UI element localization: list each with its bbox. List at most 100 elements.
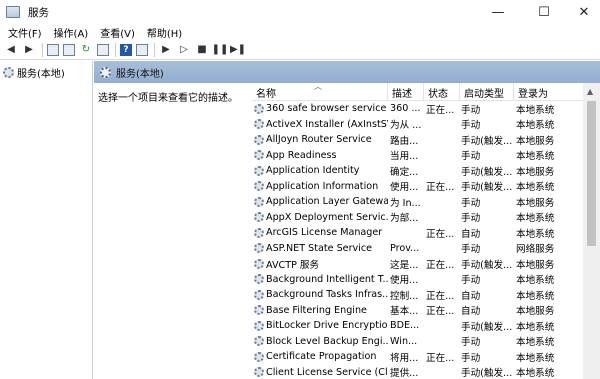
back-arrow-icon[interactable]: ◀ <box>4 43 18 57</box>
column-header-logon-label: 登录为 <box>518 88 548 100</box>
table-row[interactable]: 360 safe browser service 360 ... 正在... 手动 本地… <box>252 101 600 117</box>
service-logon-as: 本地系统 <box>516 290 555 302</box>
menu-view[interactable]: 查看(V) <box>100 25 135 40</box>
service-status <box>426 241 460 257</box>
maximize-button[interactable]: ☐ <box>524 0 564 24</box>
table-row[interactable]: Client License Service (Cli... 提供... 手动(触发… <box>252 365 600 379</box>
column-header-startup[interactable]: 启动类型 <box>460 83 514 101</box>
tree-item-services-local[interactable]: 服务(本地) <box>3 65 65 80</box>
service-name: Client License Service (Cli... <box>266 366 388 378</box>
toolbar-separator <box>115 42 116 57</box>
service-name-cell: AllJoyn Router Service <box>254 132 388 148</box>
service-desc: 将用... <box>390 352 419 364</box>
service-logon-as: 本地服务 <box>516 259 555 271</box>
table-row[interactable]: Application Identity 确定... 手动(触发... 本地服务 <box>252 163 600 179</box>
service-startup-type: 手动 <box>461 197 481 209</box>
table-row[interactable]: Background Intelligent T... 使用... 手动 本地系统 <box>252 272 600 288</box>
help-icon[interactable]: ? <box>120 43 132 56</box>
service-logon-as: 本地服务 <box>516 166 555 178</box>
menu-help[interactable]: 帮助(H) <box>147 25 182 40</box>
service-status: 正在... <box>426 306 455 318</box>
close-button[interactable]: ✕ <box>568 0 600 24</box>
service-name: Application Layer Gatewa... <box>266 196 388 208</box>
gear-icon <box>254 196 264 207</box>
sort-ascending-icon: ︿ <box>314 83 322 91</box>
service-logon-as: 本地系统 <box>516 120 555 132</box>
table-row[interactable]: App Readiness 当用... 手动 本地系统 <box>252 148 600 164</box>
table-row[interactable]: Background Tasks Infras... 控制... 正在... 自动 本地… <box>252 287 600 303</box>
column-header-desc[interactable]: 描述 <box>388 83 424 101</box>
show-hide-pane-icon[interactable] <box>136 43 148 56</box>
table-row[interactable]: Certificate Propagation 将用... 正在... 手动 本地系统 <box>252 349 600 365</box>
table-row[interactable]: BitLocker Drive Encryptio... BDE... 手动(触发.… <box>252 318 600 334</box>
service-desc: 为 In... <box>390 197 421 209</box>
table-row[interactable]: Application Layer Gatewa... 为 In... 手动 本地服务 <box>252 194 600 210</box>
service-name-cell: Application Identity <box>254 163 388 179</box>
column-header-status[interactable]: 状态 <box>424 83 460 101</box>
console-tree-icon[interactable] <box>47 43 59 56</box>
gear-icon <box>254 227 264 238</box>
start-service-icon[interactable]: ▶ <box>159 43 173 57</box>
table-row[interactable]: AppX Deployment Servic... 为部... 手动 本地系统 <box>252 210 600 226</box>
gear-icon <box>254 134 264 145</box>
service-status <box>426 318 460 334</box>
minimize-button[interactable]: — <box>478 0 518 24</box>
forward-arrow-icon[interactable]: ▶ <box>22 43 36 57</box>
service-desc: 360 ... <box>390 103 421 115</box>
scroll-thumb[interactable] <box>587 101 596 246</box>
table-row[interactable]: Block Level Backup Engi... Win... 手动 本地系统 <box>252 334 600 350</box>
gear-icon <box>254 150 264 161</box>
gear-icon <box>254 212 264 223</box>
service-name: App Readiness <box>266 149 337 161</box>
stop-service-icon[interactable]: ■ <box>195 43 209 57</box>
toolbar: ◀ ▶ ↻ ? ▶ ▷ ■ ❚❚ ▶❚ <box>0 40 600 60</box>
service-name-cell: Background Tasks Infras... <box>254 287 388 303</box>
service-desc: 路由... <box>390 135 419 147</box>
service-startup-type: 手动(触发... <box>461 321 513 333</box>
service-startup-type: 自动 <box>461 228 481 240</box>
menu-file[interactable]: 文件(F) <box>8 25 42 40</box>
scroll-up-icon[interactable]: ▲ <box>587 87 593 96</box>
service-desc: 基本... <box>390 306 419 318</box>
service-desc: 当用... <box>390 151 419 163</box>
service-status <box>426 272 460 288</box>
service-name: ArcGIS License Manager <box>266 227 383 239</box>
column-header-name[interactable]: 名称 ︿ <box>252 83 388 101</box>
table-row[interactable]: ASP.NET State Service Prov... 手动 网络服务 <box>252 241 600 257</box>
gear-icon <box>100 66 111 78</box>
table-row[interactable]: Base Filtering Engine 基本... 正在... 自动 本地服务 <box>252 303 600 319</box>
column-header-logon[interactable]: 登录为 <box>514 83 584 101</box>
gear-icon <box>254 289 264 300</box>
start-service-alt-icon[interactable]: ▷ <box>177 43 191 57</box>
table-row[interactable]: ArcGIS License Manager 正在... 自动 本地系统 <box>252 225 600 241</box>
properties-icon[interactable] <box>63 43 75 56</box>
table-row[interactable]: AVCTP 服务 这是... 正在... 手动(触发... 本地服务 <box>252 256 600 272</box>
service-logon-as: 本地服务 <box>516 135 555 147</box>
service-name: AllJoyn Router Service <box>266 134 372 146</box>
gear-icon <box>254 165 264 176</box>
table-row[interactable]: ActiveX Installer (AxInstSV) 为从 ... 手动 本地系统 <box>252 117 600 133</box>
service-status <box>426 163 460 179</box>
gear-icon <box>3 67 14 78</box>
service-desc: Prov... <box>390 242 420 254</box>
service-startup-type: 手动 <box>461 120 481 132</box>
service-desc: 为部... <box>390 213 419 225</box>
menu-action[interactable]: 操作(A) <box>54 25 89 40</box>
table-row[interactable]: Application Information 使用... 正在... 手动(触发..… <box>252 179 600 195</box>
service-name: Background Intelligent T... <box>266 273 388 285</box>
service-logon-as: 本地系统 <box>516 275 555 287</box>
service-name: Base Filtering Engine <box>266 304 367 316</box>
export-list-icon[interactable] <box>97 43 109 56</box>
restart-service-icon[interactable]: ▶❚ <box>230 43 246 57</box>
service-startup-type: 手动 <box>461 213 481 225</box>
vertical-scrollbar[interactable]: ▲ <box>583 83 600 379</box>
refresh-icon[interactable]: ↻ <box>79 43 93 57</box>
service-status: 正在... <box>426 182 455 194</box>
service-status <box>426 148 460 164</box>
service-desc <box>388 225 422 241</box>
service-name-cell: Background Intelligent T... <box>254 272 388 288</box>
pause-service-icon[interactable]: ❚❚ <box>212 43 229 57</box>
service-logon-as: 本地系统 <box>516 151 555 163</box>
table-row[interactable]: AllJoyn Router Service 路由... 手动(触发... 本地服务 <box>252 132 600 148</box>
service-name: Certificate Propagation <box>266 351 377 363</box>
